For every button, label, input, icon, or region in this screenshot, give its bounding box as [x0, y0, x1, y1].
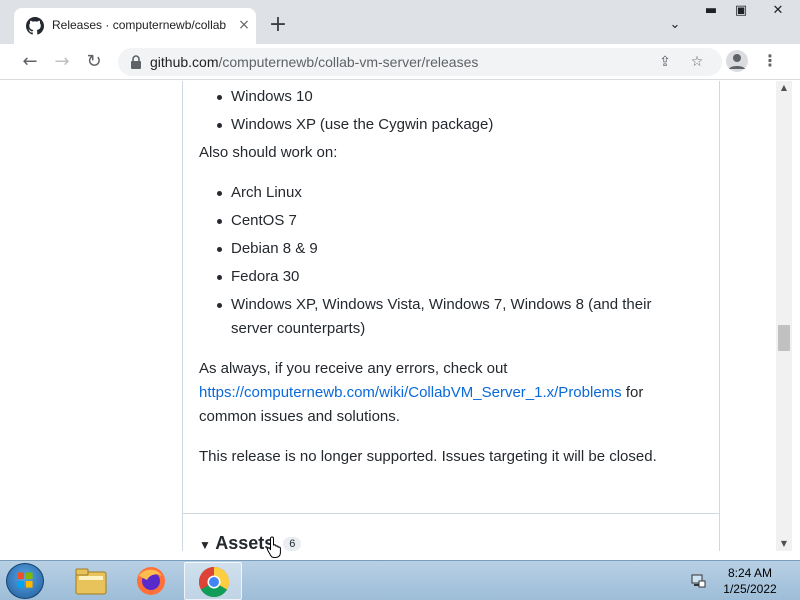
address-bar[interactable]: github.com/computernewb/collab-vm-server… [118, 48, 722, 76]
caret-down-icon: ▼ [199, 538, 211, 551]
errors-paragraph: As always, if you receive any errors, ch… [199, 360, 644, 425]
file-explorer-icon[interactable] [62, 562, 120, 600]
clock-time: 8:24 AM [727, 566, 773, 580]
also-work-label: Also should work on: [199, 144, 338, 161]
scroll-thumb[interactable] [778, 325, 790, 351]
hand-cursor-icon [266, 536, 281, 558]
reload-icon[interactable]: ↻ [82, 50, 106, 74]
tab-close-icon[interactable]: × [236, 17, 252, 33]
problems-link[interactable]: https://computernewb.com/wiki/CollabVM_S… [199, 384, 622, 401]
list-item: Arch Linux [199, 181, 679, 205]
maximize-icon[interactable]: ▣ [724, 0, 758, 22]
list-item: CentOS 7 [199, 209, 679, 233]
chrome-icon[interactable] [184, 562, 242, 600]
scroll-down-icon[interactable]: ▼ [776, 537, 792, 551]
list-item: Windows XP (use the Cygwin package) [199, 113, 493, 137]
vertical-scrollbar[interactable]: ▲ ▼ [776, 81, 792, 551]
menu-icon[interactable]: ⋮ [760, 50, 780, 72]
browser-toolbar: ← → ↻ github.com/computernewb/collab-vm-… [0, 44, 800, 80]
minimize-icon[interactable]: ▬ [694, 0, 728, 22]
tab-releases[interactable]: Releases · computernewb/collab × [14, 8, 256, 44]
url-text: github.com/computernewb/collab-vm-server… [150, 54, 479, 70]
network-icon[interactable] [690, 573, 706, 589]
also-work-list: Arch Linux CentOS 7 Debian 8 & 9 Fedora … [199, 181, 679, 345]
firefox-icon[interactable] [122, 562, 180, 600]
taskbar: 8:24 AM 1/25/2022 [0, 560, 800, 600]
github-icon [26, 17, 44, 35]
forward-icon[interactable]: → [50, 50, 74, 74]
new-tab-button[interactable]: + [266, 14, 290, 38]
list-item: Debian 8 & 9 [199, 237, 679, 261]
assets-count-badge: 6 [283, 537, 302, 551]
tab-title: Releases · computernewb/collab [52, 18, 227, 32]
list-item: Fedora 30 [199, 265, 679, 289]
divider [183, 513, 719, 514]
supported-os-list: Windows 10 Windows XP (use the Cygwin pa… [199, 85, 493, 141]
lock-icon[interactable] [130, 55, 142, 69]
tab-strip: Releases · computernewb/collab × + ⌄ ▬ ▣… [0, 0, 800, 44]
share-icon[interactable]: ⇪ [656, 53, 674, 71]
profile-icon[interactable] [726, 50, 748, 72]
star-icon[interactable]: ☆ [688, 53, 706, 71]
assets-toggle[interactable]: ▼ Assets 6 [199, 533, 302, 551]
list-item: Windows XP, Windows Vista, Windows 7, Wi… [199, 293, 679, 341]
tab-search-icon[interactable]: ⌄ [658, 14, 692, 36]
page-viewport: Windows 10 Windows XP (use the Cygwin pa… [0, 81, 776, 551]
windows-start-icon[interactable] [6, 563, 44, 599]
browser-window: Releases · computernewb/collab × + ⌄ ▬ ▣… [0, 0, 800, 560]
scroll-up-icon[interactable]: ▲ [776, 81, 792, 95]
clock[interactable]: 8:24 AM 1/25/2022 [710, 565, 790, 597]
unsupported-notice: This release is no longer supported. Iss… [199, 448, 657, 465]
list-item: Windows 10 [199, 85, 493, 109]
back-icon[interactable]: ← [18, 50, 42, 74]
clock-date: 1/25/2022 [723, 582, 777, 596]
release-notes: Windows 10 Windows XP (use the Cygwin pa… [182, 81, 720, 551]
close-window-icon[interactable]: ✕ [756, 0, 800, 22]
